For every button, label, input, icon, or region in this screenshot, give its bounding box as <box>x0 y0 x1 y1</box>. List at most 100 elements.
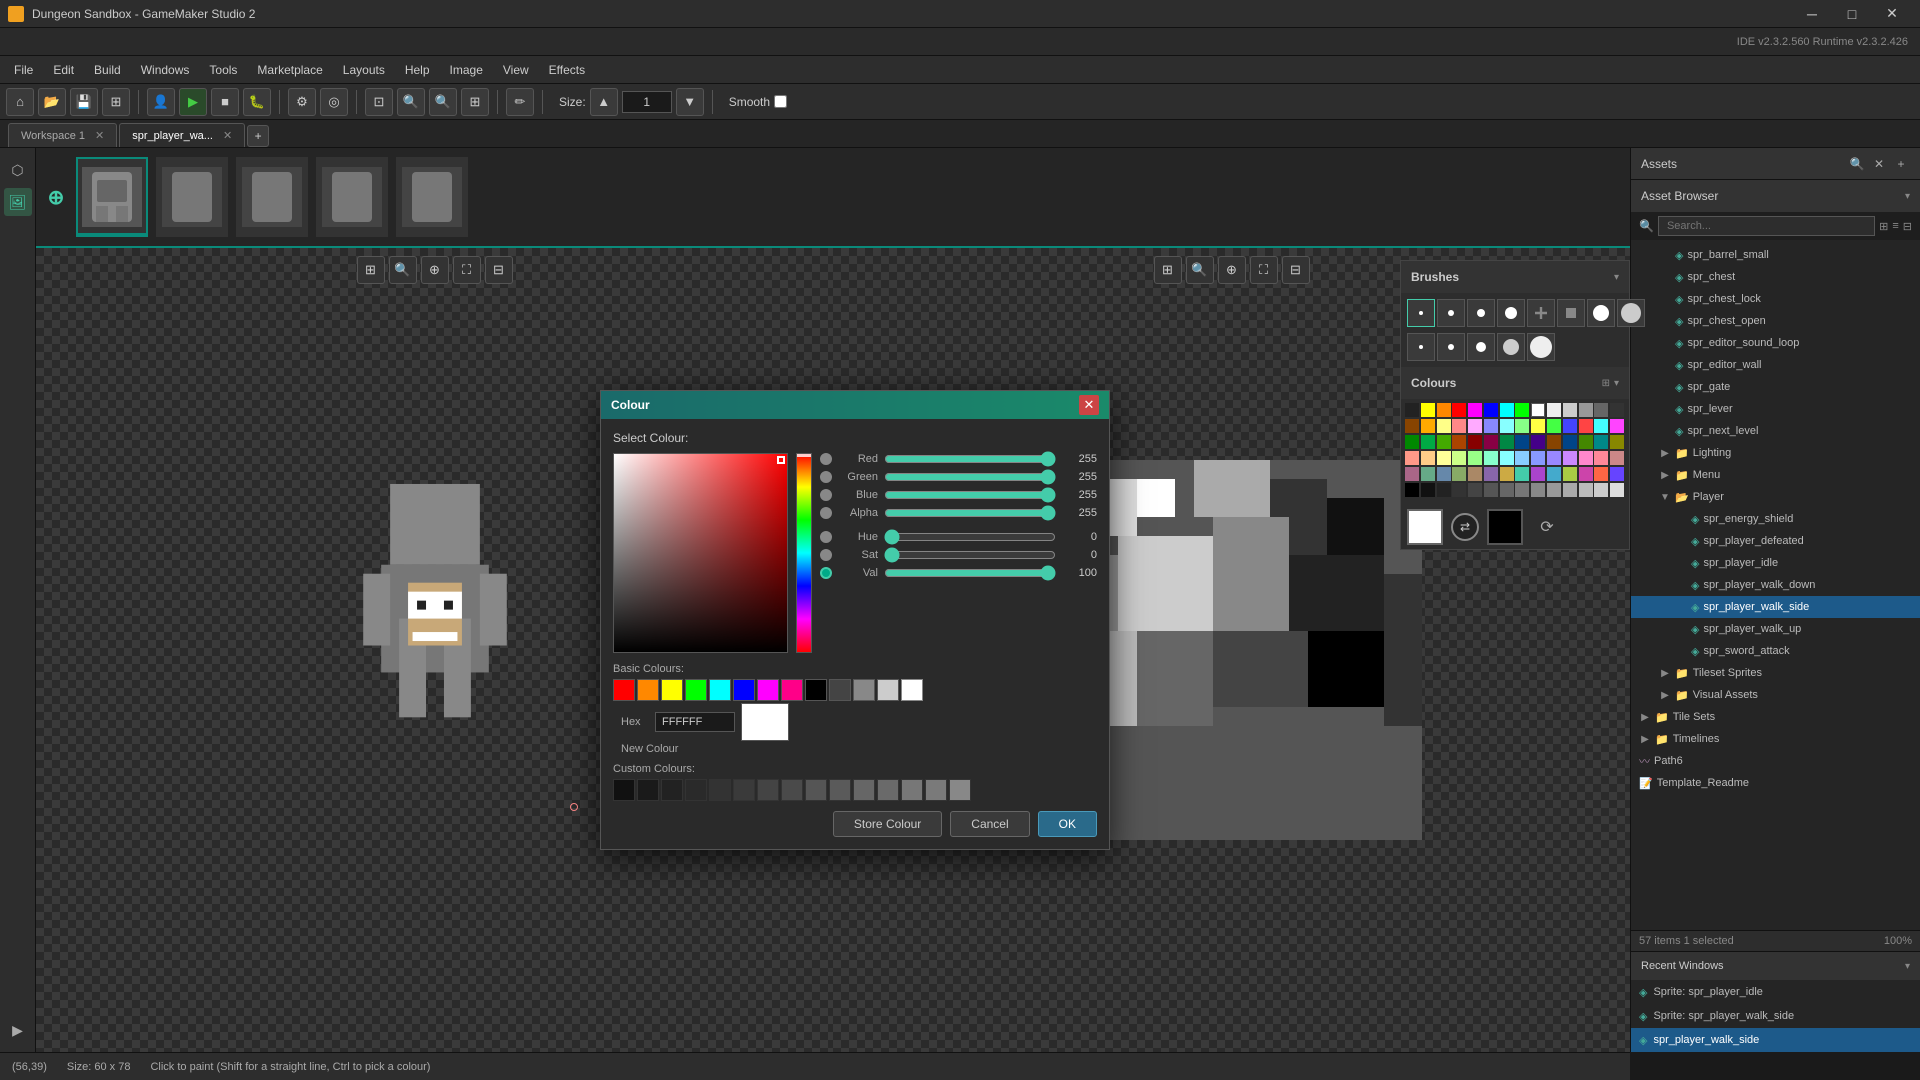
menu-windows[interactable]: Windows <box>131 59 200 81</box>
zoom-fit-button[interactable]: ⊡ <box>365 88 393 116</box>
swatch[interactable] <box>1452 403 1466 417</box>
tab-workspace1[interactable]: Workspace 1 ✕ <box>8 123 117 147</box>
basic-dark-grey[interactable] <box>829 679 851 701</box>
brush-4px[interactable] <box>1467 299 1495 327</box>
swatch[interactable] <box>1547 467 1561 481</box>
maximize-button[interactable]: □ <box>1832 0 1872 28</box>
swatch[interactable] <box>1563 483 1577 497</box>
asset-template-readme[interactable]: 📝 Template_Readme <box>1631 772 1920 794</box>
asset-spr-chest-open[interactable]: ◈ spr_chest_open <box>1631 310 1920 332</box>
alpha-slider[interactable] <box>884 507 1056 519</box>
swatch[interactable] <box>1579 467 1593 481</box>
swatch[interactable] <box>1547 403 1561 417</box>
zoom-out-canvas-button[interactable]: 🔍 <box>389 256 417 284</box>
brush-xlg[interactable] <box>1527 333 1555 361</box>
swatch[interactable] <box>1610 483 1624 497</box>
swatch[interactable] <box>1531 403 1545 417</box>
close-button[interactable]: ✕ <box>1872 0 1912 28</box>
colours-grid-view[interactable]: ⊞ <box>1602 378 1610 389</box>
basic-black[interactable] <box>805 679 827 701</box>
basic-grey[interactable] <box>853 679 875 701</box>
asset-spr-next-level[interactable]: ◈ spr_next_level <box>1631 420 1920 442</box>
custom-3[interactable] <box>661 779 683 801</box>
dialog-titlebar[interactable]: Colour ✕ <box>601 391 1109 419</box>
asset-spr-player-walk-up[interactable]: ◈ spr_player_walk_up <box>1631 618 1920 640</box>
swap-colours[interactable]: ⇄ <box>1451 513 1479 541</box>
swatch[interactable] <box>1594 467 1608 481</box>
swatch[interactable] <box>1468 403 1482 417</box>
colours-header[interactable]: Colours ⊞ ▾ <box>1401 367 1629 399</box>
swatch[interactable] <box>1594 435 1608 449</box>
swatch[interactable] <box>1468 451 1482 465</box>
recent-spr-player-walk-side[interactable]: ◈ Sprite: spr_player_walk_side <box>1631 1004 1920 1028</box>
asset-path6[interactable]: 〰 Path6 <box>1631 750 1920 772</box>
swatch[interactable] <box>1405 419 1419 433</box>
swatch[interactable] <box>1437 483 1451 497</box>
swatch[interactable] <box>1468 467 1482 481</box>
asset-spr-player-walk-side[interactable]: ◈ spr_player_walk_side <box>1631 596 1920 618</box>
swatch[interactable] <box>1484 435 1498 449</box>
swatch[interactable] <box>1421 467 1435 481</box>
swatch[interactable] <box>1531 419 1545 433</box>
size-up-button[interactable]: ▼ <box>676 88 704 116</box>
asset-spr-chest[interactable]: ◈ spr_chest <box>1631 266 1920 288</box>
swatch[interactable] <box>1500 451 1514 465</box>
swatch[interactable] <box>1563 467 1577 481</box>
recent-spr-player-idle[interactable]: ◈ Sprite: spr_player_idle <box>1631 980 1920 1004</box>
asset-spr-barrel-small[interactable]: ◈ spr_barrel_small <box>1631 244 1920 266</box>
frame-5[interactable] <box>396 157 468 237</box>
tab-sprite-close[interactable]: ✕ <box>223 129 232 142</box>
save-all-button[interactable]: ⊞ <box>102 88 130 116</box>
settings-button[interactable]: ⚙ <box>288 88 316 116</box>
swatch[interactable] <box>1563 435 1577 449</box>
open-button[interactable]: 📂 <box>38 88 66 116</box>
zoom-fit-canvas-button[interactable]: ⛶ <box>453 256 481 284</box>
swatch[interactable] <box>1421 451 1435 465</box>
menu-tools[interactable]: Tools <box>199 59 247 81</box>
swatch[interactable] <box>1531 451 1545 465</box>
basic-white[interactable] <box>901 679 923 701</box>
swatch[interactable] <box>1405 483 1419 497</box>
swatch[interactable] <box>1405 435 1419 449</box>
asset-folder-timelines[interactable]: ▶ 📁 Timelines <box>1631 728 1920 750</box>
swatch[interactable] <box>1500 403 1514 417</box>
swatch[interactable] <box>1484 451 1498 465</box>
swatch[interactable] <box>1515 467 1529 481</box>
basic-yellow[interactable] <box>661 679 683 701</box>
swatch[interactable] <box>1594 483 1608 497</box>
view-mode-button[interactable]: ⊟ <box>485 256 513 284</box>
assets-search-toggle[interactable]: 🔍 <box>1848 155 1866 173</box>
blue-slider[interactable] <box>884 489 1056 501</box>
custom-7[interactable] <box>757 779 779 801</box>
menu-view[interactable]: View <box>493 59 539 81</box>
swatch[interactable] <box>1452 451 1466 465</box>
swatch[interactable] <box>1610 435 1624 449</box>
swatch[interactable] <box>1500 483 1514 497</box>
menu-image[interactable]: Image <box>440 59 493 81</box>
brush-1px[interactable] <box>1407 299 1435 327</box>
grid-view-right-button[interactable]: ⊞ <box>1154 256 1182 284</box>
size-input[interactable] <box>622 91 672 113</box>
swatch[interactable] <box>1531 467 1545 481</box>
brush-20px[interactable] <box>1617 299 1645 327</box>
size-down-button[interactable]: ▲ <box>590 88 618 116</box>
sort-icon[interactable]: ≡ <box>1892 220 1898 232</box>
val-dot[interactable] <box>820 567 832 579</box>
asset-spr-editor-wall[interactable]: ◈ spr_editor_wall <box>1631 354 1920 376</box>
asset-browser-collapse[interactable]: ▾ <box>1905 191 1910 202</box>
swatch[interactable] <box>1579 483 1593 497</box>
swatch[interactable] <box>1421 435 1435 449</box>
menu-file[interactable]: File <box>4 59 43 81</box>
swatch[interactable] <box>1594 403 1608 417</box>
red-dot[interactable] <box>820 453 832 465</box>
zoom-fit-right-button[interactable]: ⛶ <box>1250 256 1278 284</box>
zoom-out-button[interactable]: 🔍 <box>397 88 425 116</box>
frame-3[interactable] <box>236 157 308 237</box>
gamepad-button[interactable]: ◎ <box>320 88 348 116</box>
swatch[interactable] <box>1468 435 1482 449</box>
custom-1[interactable] <box>613 779 635 801</box>
swatch[interactable] <box>1579 451 1593 465</box>
basic-blue[interactable] <box>733 679 755 701</box>
recent-spr-player-walk-side-active[interactable]: ◈ spr_player_walk_side <box>1631 1028 1920 1052</box>
custom-12[interactable] <box>877 779 899 801</box>
